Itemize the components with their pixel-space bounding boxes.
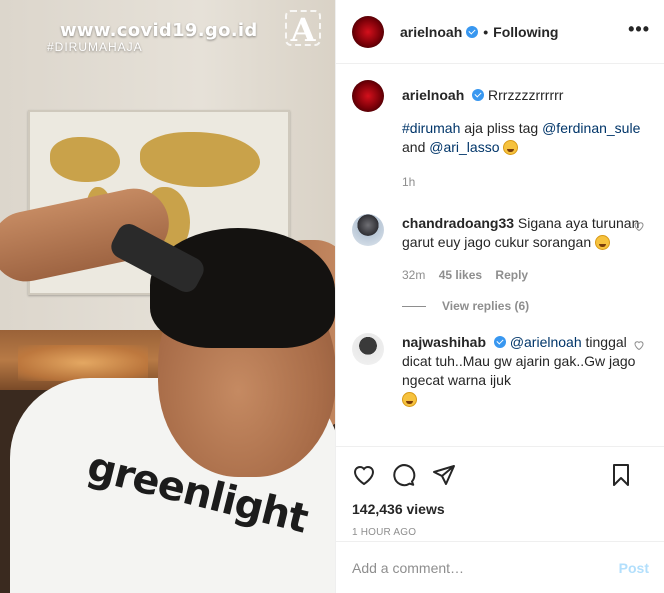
share-paper-plane-icon[interactable] xyxy=(432,463,456,487)
caption-text: aja pliss tag xyxy=(460,120,543,136)
overlay-url-text: www.covid19.go.id xyxy=(60,20,258,41)
verified-badge-icon xyxy=(466,25,479,38)
post-timestamp[interactable]: 1 HOUR AGO xyxy=(352,527,649,538)
comment-item: najwashihab @arielnoah tinggal dicat tuh… xyxy=(352,333,649,409)
author-username[interactable]: arielnoah xyxy=(400,24,462,40)
add-comment-input[interactable] xyxy=(352,559,619,576)
caption: arielnoah Rrrzzzzrrrrrr #dirumah aja pli… xyxy=(352,80,649,192)
silly-face-emoji-icon xyxy=(503,140,519,155)
commenter-avatar[interactable] xyxy=(352,214,384,246)
post-header: arielnoah • Following ••• xyxy=(336,0,664,64)
shelf-light xyxy=(18,345,148,381)
comment-username[interactable]: najwashihab xyxy=(402,334,486,350)
action-icons-row xyxy=(352,455,649,495)
verified-badge-icon xyxy=(472,89,485,101)
view-replies-button[interactable]: View replies (6) xyxy=(402,299,649,313)
header-separator: • xyxy=(483,23,489,40)
overlay-logo: A xyxy=(285,10,321,48)
caption-avatar[interactable] xyxy=(352,80,384,112)
following-button[interactable]: Following xyxy=(493,24,558,40)
comment-likes[interactable]: 45 likes xyxy=(439,268,482,282)
comment-bubble-icon[interactable] xyxy=(392,463,416,487)
author-avatar[interactable] xyxy=(352,15,384,48)
more-options-icon[interactable]: ••• xyxy=(628,20,650,38)
replies-line xyxy=(402,305,426,307)
view-count[interactable]: 142,436 views xyxy=(352,501,649,517)
comment-item: chandradoang33 Sigana aya turunan garut … xyxy=(352,214,649,285)
hashtag-link[interactable]: #dirumah xyxy=(402,120,460,136)
laughing-emoji-icon xyxy=(595,235,611,250)
caption-time[interactable]: 1h xyxy=(402,175,415,189)
add-comment-bar: Post xyxy=(336,541,664,593)
post-comment-button[interactable]: Post xyxy=(619,560,649,576)
verified-badge-icon xyxy=(493,336,506,348)
like-comment-heart-icon[interactable] xyxy=(633,339,645,351)
mention-link[interactable]: @arielnoah xyxy=(510,334,582,350)
mention-link[interactable]: @ari_lasso xyxy=(429,139,499,155)
caption-username[interactable]: arielnoah xyxy=(402,87,464,103)
view-replies-label: View replies (6) xyxy=(442,299,530,313)
comments-list[interactable]: arielnoah Rrrzzzzrrrrrr #dirumah aja pli… xyxy=(336,64,664,446)
save-bookmark-icon[interactable] xyxy=(609,463,633,487)
reply-button[interactable]: Reply xyxy=(495,268,528,282)
overlay-hashtag-text: #DIRUMAHAJA xyxy=(47,40,143,54)
post-photo[interactable]: greenlight www.covid19.go.id #DIRUMAHAJA… xyxy=(0,0,335,593)
like-comment-heart-icon[interactable] xyxy=(633,220,645,232)
comment-username[interactable]: chandradoang33 xyxy=(402,215,514,231)
caption-text: Rrrzzzzrrrrrr xyxy=(488,87,564,103)
mention-link[interactable]: @ferdinan_sule xyxy=(542,120,640,136)
post-side-panel: arielnoah • Following ••• arielnoah Rrrz… xyxy=(335,0,664,593)
grinning-squint-emoji-icon xyxy=(402,392,417,407)
commenter-avatar[interactable] xyxy=(352,333,384,365)
like-heart-icon[interactable] xyxy=(352,463,376,487)
comment-time[interactable]: 32m xyxy=(402,268,425,282)
caption-text: and xyxy=(402,139,430,155)
post-actions: 142,436 views 1 HOUR AGO xyxy=(336,446,664,538)
